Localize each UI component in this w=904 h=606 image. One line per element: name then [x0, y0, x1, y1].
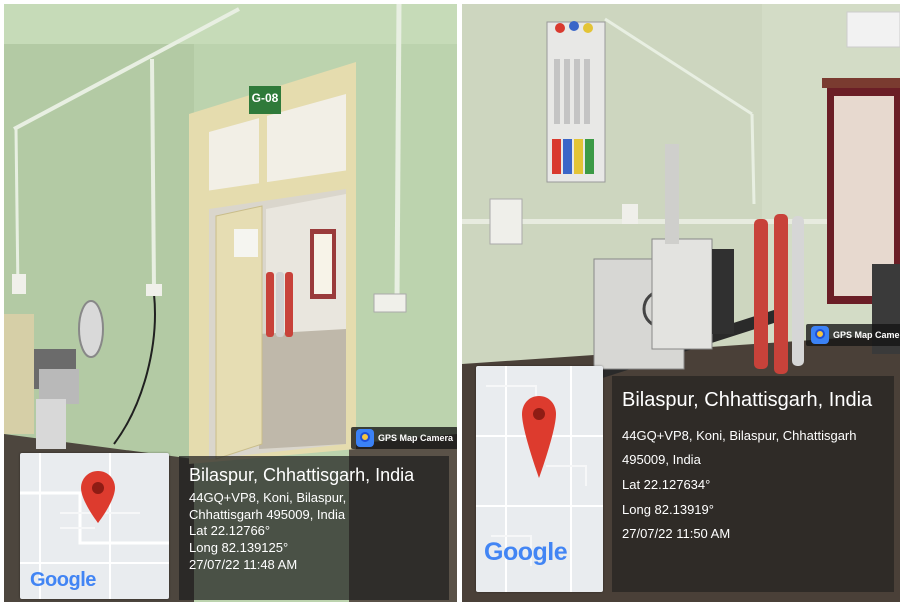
photo-left: G-08 GPS Map Camera Google Bilaspur, Chh…	[4, 4, 457, 602]
longitude: Long 82.139125°	[189, 539, 289, 555]
door-sign: G-08	[251, 91, 279, 105]
gps-map-camera-badge: GPS Map Camera	[351, 427, 457, 449]
gps-map-camera-label: GPS Map Camera	[378, 433, 454, 443]
location-title: Bilaspur, Chhattisgarh, India	[622, 389, 873, 411]
location-info-panel: Bilaspur, Chhattisgarh, India 44GQ+VP8, …	[179, 456, 449, 600]
latitude: Lat 22.127634°	[622, 476, 711, 492]
location-info-panel: Bilaspur, Chhattisgarh, India 44GQ+VP8, …	[612, 376, 894, 592]
timestamp: 27/07/22 11:48 AM	[189, 556, 298, 572]
gps-camera-app-icon	[356, 429, 374, 447]
gps-map-camera-badge: GPS Map Camera	[806, 324, 900, 346]
address-line-1: 44GQ+VP8, Koni, Bilaspur,	[189, 490, 347, 506]
address-line-2: 495009, India	[622, 452, 701, 468]
photo-right: GPS Map Camera Google Bilaspur, Chhattis…	[462, 4, 900, 602]
timestamp: 27/07/22 11:50 AM	[622, 526, 731, 542]
longitude: Long 82.13919°	[622, 501, 714, 517]
map-thumbnail: Google	[476, 366, 603, 592]
gps-camera-app-icon	[811, 326, 829, 344]
address-line-1: 44GQ+VP8, Koni, Bilaspur, Chhattisgarh	[622, 427, 857, 443]
gps-map-camera-label: GPS Map Camera	[833, 330, 900, 340]
google-logo: Google	[484, 538, 568, 566]
map-pin-icon	[81, 471, 115, 523]
google-logo: Google	[30, 569, 96, 591]
latitude: Lat 22.12766°	[189, 523, 271, 539]
map-thumbnail: Google	[20, 453, 169, 599]
address-line-2: Chhattisgarh 495009, India	[189, 506, 346, 522]
map-pin-icon	[522, 396, 556, 478]
location-title: Bilaspur, Chhattisgarh, India	[189, 465, 415, 485]
